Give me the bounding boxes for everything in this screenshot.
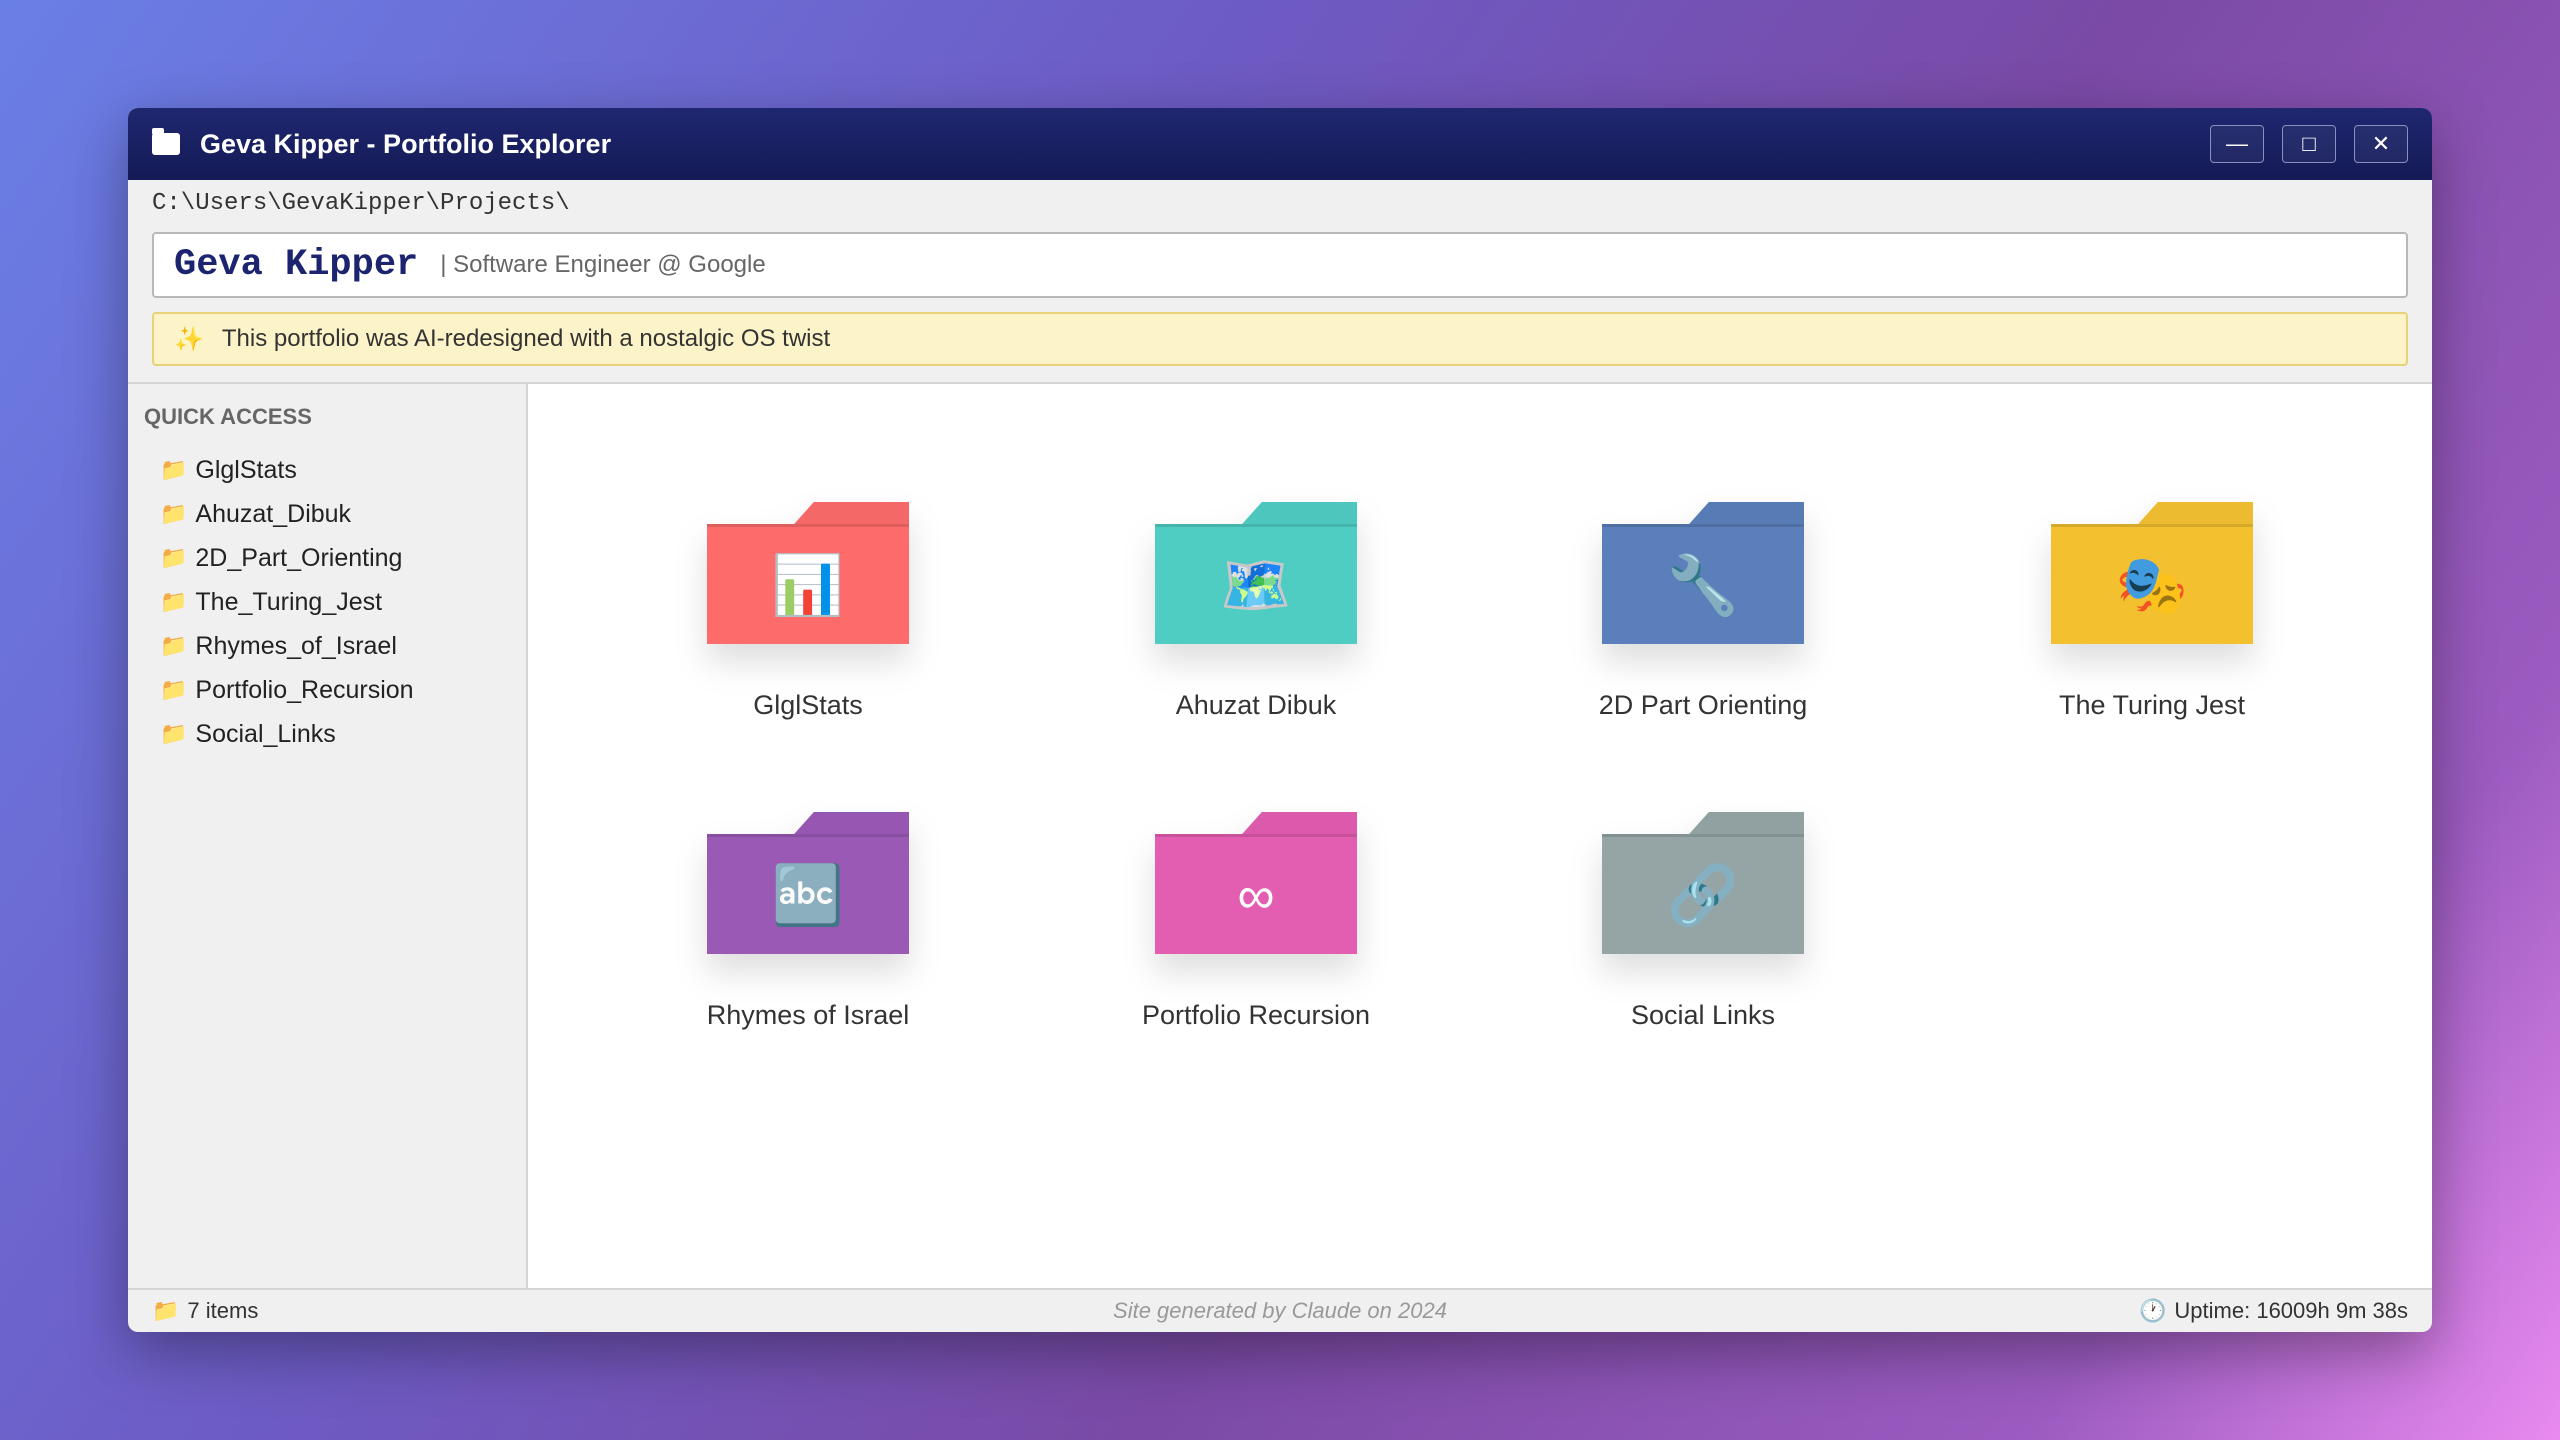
project-glyph-icon: 🎭 xyxy=(2115,552,2189,618)
folder-the-turing-jest[interactable]: 🎭 The Turing Jest xyxy=(2002,502,2302,721)
sidebar-item-label: GlglStats xyxy=(195,455,297,484)
folder-icon: 🔤 xyxy=(707,812,909,954)
item-count: 7 items xyxy=(187,1298,259,1323)
profile-subtitle: | Software Engineer @ Google xyxy=(440,251,766,278)
sidebar-item-the-turing-jest[interactable]: 📁 The_Turing_Jest xyxy=(144,580,510,624)
sidebar-item-label: Rhymes_of_Israel xyxy=(195,631,397,660)
project-glyph-icon: ∞ xyxy=(1237,866,1275,925)
address-path[interactable]: C:\Users\GevaKipper\Projects\ xyxy=(128,180,2432,232)
sidebar-item-glglstats[interactable]: 📁 GlglStats xyxy=(144,448,510,492)
close-button[interactable]: ✕ xyxy=(2354,125,2408,163)
sidebar-item-label: Social_Links xyxy=(195,719,336,748)
folder-icon xyxy=(152,128,180,155)
title-bar[interactable]: Geva Kipper - Portfolio Explorer — □ ✕ xyxy=(128,108,2432,180)
folder-icon: 📁 xyxy=(152,1298,180,1323)
folder-icon: 📁 xyxy=(160,677,188,702)
folder-grid: 📊 GlglStats 🗺️ Ahuzat Dibuk 🔧 2D Part Orienti… xyxy=(528,384,2432,1288)
folder-rhymes-of-israel[interactable]: 🔤 Rhymes of Israel xyxy=(658,812,958,1031)
explorer-window: Geva Kipper - Portfolio Explorer — □ ✕ C… xyxy=(128,108,2432,1332)
folder-social-links[interactable]: 🔗 Social Links xyxy=(1553,812,1853,1031)
folder-icon: 🔗 xyxy=(1602,812,1804,954)
project-glyph-icon: 🔧 xyxy=(1666,552,1740,618)
folder-icon: 📁 xyxy=(160,545,188,570)
sidebar-item-label: The_Turing_Jest xyxy=(195,587,383,616)
project-glyph-icon: 🔗 xyxy=(1666,862,1740,928)
folder-icon: 📊 xyxy=(707,502,909,644)
sidebar-item-social-links[interactable]: 📁 Social_Links xyxy=(144,712,510,756)
folder-label: GlglStats xyxy=(753,690,863,720)
project-glyph-icon: 🔤 xyxy=(771,862,845,928)
folder-label: Rhymes of Israel xyxy=(706,1000,910,1030)
sidebar-item-2d-part-orienting[interactable]: 📁 2D_Part_Orienting xyxy=(144,536,510,580)
folder-ahuzat-dibuk[interactable]: 🗺️ Ahuzat Dibuk xyxy=(1106,502,1406,721)
sidebar-heading: QUICK ACCESS xyxy=(144,404,312,429)
clock-icon: 🕐 xyxy=(2139,1298,2167,1323)
folder-label: Ahuzat Dibuk xyxy=(1175,690,1337,720)
window-title: Geva Kipper - Portfolio Explorer xyxy=(200,128,612,159)
folder-icon: 🔧 xyxy=(1602,502,1804,644)
sidebar-item-label: Portfolio_Recursion xyxy=(195,675,414,704)
maximize-button[interactable]: □ xyxy=(2282,125,2336,163)
folder-label: The Turing Jest xyxy=(2058,690,2246,720)
folder-icon: 📁 xyxy=(160,633,188,658)
folder-icon: 🎭 xyxy=(2051,502,2253,644)
banner-text: This portfolio was AI-redesigned with a … xyxy=(221,325,831,352)
folder-icon: 📁 xyxy=(160,721,188,746)
folder-icon: 📁 xyxy=(160,589,188,614)
folder-glglstats[interactable]: 📊 GlglStats xyxy=(658,502,958,721)
sidebar-item-ahuzat-dibuk[interactable]: 📁 Ahuzat_Dibuk xyxy=(144,492,510,536)
folder-icon: ∞ xyxy=(1155,812,1357,954)
sidebar-item-label: Ahuzat_Dibuk xyxy=(195,499,352,528)
profile-name: Geva Kipper xyxy=(174,244,419,286)
folder-portfolio-recursion[interactable]: ∞ Portfolio Recursion xyxy=(1106,812,1406,1031)
sidebar: QUICK ACCESS 📁 GlglStats 📁 Ahuzat_Dibuk 📁 2D_… xyxy=(128,384,528,1288)
project-glyph-icon: 📊 xyxy=(771,552,845,618)
folder-icon: 📁 xyxy=(160,501,188,526)
folder-2d-part-orienting[interactable]: 🔧 2D Part Orienting xyxy=(1553,502,1853,721)
uptime: Uptime: 16009h 9m 38s xyxy=(2174,1298,2408,1323)
sparkles-icon: ✨ xyxy=(174,325,204,353)
project-glyph-icon: 🗺️ xyxy=(1219,552,1293,618)
sidebar-item-portfolio-recursion[interactable]: 📁 Portfolio_Recursion xyxy=(144,668,510,712)
minimize-button[interactable]: — xyxy=(2210,125,2264,163)
sidebar-item-rhymes-of-israel[interactable]: 📁 Rhymes_of_Israel xyxy=(144,624,510,668)
folder-label: Social Links xyxy=(1630,1000,1776,1030)
profile-header: Geva Kipper | Software Engineer @ Google xyxy=(152,232,2408,298)
info-banner: ✨ This portfolio was AI-redesigned with … xyxy=(152,312,2408,366)
sidebar-item-label: 2D_Part_Orienting xyxy=(195,543,403,572)
folder-label: Portfolio Recursion xyxy=(1141,1000,1371,1030)
folder-label: 2D Part Orienting xyxy=(1598,690,1808,720)
status-bar: 📁 7 items Site generated by Claude on 20… xyxy=(128,1288,2432,1332)
folder-icon: 📁 xyxy=(160,457,188,482)
generated-note: Site generated by Claude on 2024 xyxy=(1113,1298,1447,1323)
folder-icon: 🗺️ xyxy=(1155,502,1357,644)
